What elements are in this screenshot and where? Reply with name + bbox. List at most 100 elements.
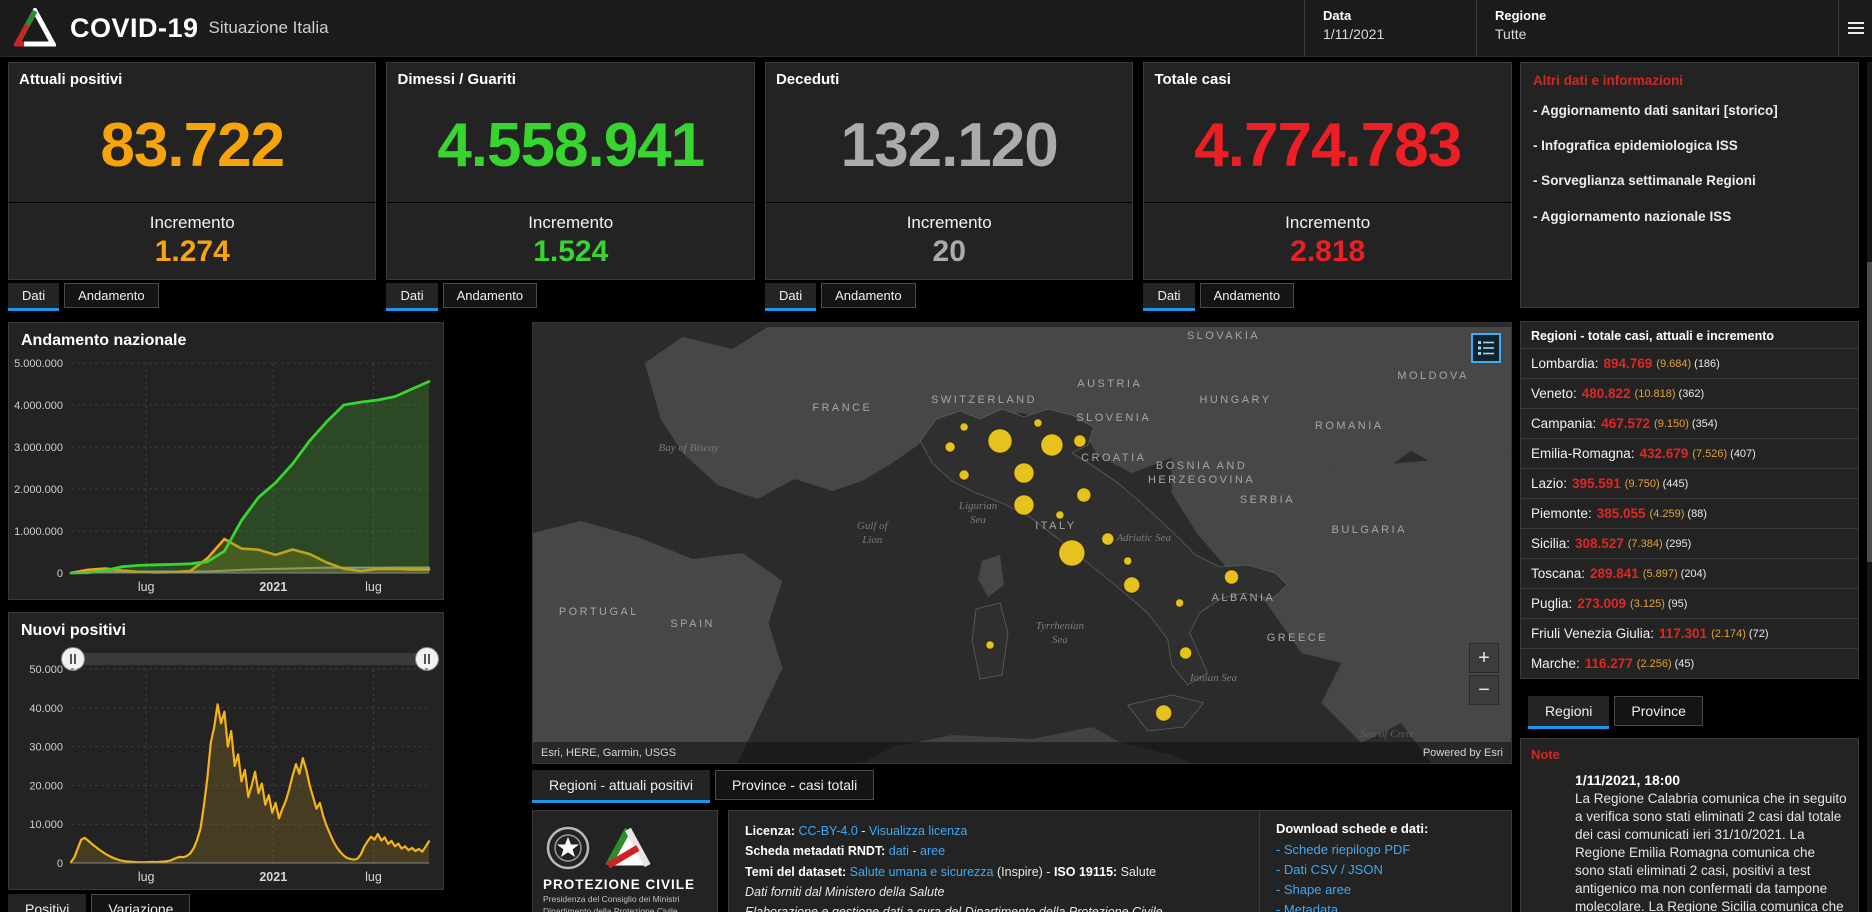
sep: -	[908, 844, 921, 859]
map-country-label: CROATIA	[1081, 452, 1146, 464]
layers-button[interactable]	[1470, 333, 1501, 363]
increment-label: Incremento	[906, 213, 992, 232]
chart-nuovi-wrap: Nuovi positivi 50.000 40.000 30.000 20.000 1…	[8, 612, 444, 912]
region-bubble[interactable]	[1224, 569, 1240, 585]
region-bubble[interactable]	[1033, 418, 1043, 428]
tab-map-province[interactable]: Province - casi totali	[714, 770, 875, 800]
info-link[interactable]: - Sorveglianza settimanale Regioni	[1533, 172, 1783, 190]
italy-emblem-icon	[546, 826, 590, 870]
region-name: Lombardia:	[1530, 356, 1599, 371]
region-bubble[interactable]	[1076, 487, 1092, 503]
increment-label: Incremento	[528, 213, 614, 232]
region-bubble[interactable]	[1055, 510, 1065, 520]
tab-regioni[interactable]: Regioni	[1527, 696, 1610, 726]
tab-andamento[interactable]: Andamento	[1199, 283, 1295, 308]
map-country-label: BOSNIA AND	[1156, 460, 1247, 472]
region-bubble[interactable]	[1013, 494, 1035, 516]
region-bubble[interactable]	[1040, 433, 1064, 457]
cc-by-link[interactable]: CC-BY-4.0	[799, 824, 858, 838]
tab-province[interactable]: Province	[1614, 696, 1703, 726]
region-bubble[interactable]	[959, 422, 969, 432]
salute-umana-link[interactable]: Salute umana e sicurezza	[850, 865, 994, 879]
region-row[interactable]: Lazio: 395.591 (9.750) (445)	[1520, 468, 1859, 498]
region-bubble[interactable]	[987, 428, 1013, 454]
visualizza-licenza-link[interactable]: Visualizza licenza	[869, 824, 967, 838]
sep: (Inspire) -	[993, 864, 1054, 879]
region-bubble[interactable]	[1123, 576, 1141, 594]
protezione-civile-card: PROTEZIONE CIVILE Presidenza del Consigl…	[532, 810, 718, 912]
app-header: COVID-19 Situazione Italia Data 1/11/202…	[0, 0, 1872, 57]
region-bubble[interactable]	[1175, 598, 1185, 608]
region-bubble[interactable]	[1073, 434, 1087, 448]
region-row[interactable]: Piemonte: 385.055 (4.259) (88)	[1520, 498, 1859, 528]
download-link[interactable]: - Shape aree	[1276, 882, 1495, 897]
region-value: Tutte	[1495, 26, 1527, 42]
region-row[interactable]: Friuli Venezia Giulia: 117.301 (2.174) (72)	[1520, 618, 1859, 648]
tab-andamento[interactable]: Andamento	[64, 283, 159, 308]
map-canvas[interactable]: FRANCE SWITZERLAND AUSTRIA SLOVAKIA HUNGARY M…	[533, 323, 1511, 763]
card-title: Dimessi / Guariti	[397, 71, 516, 88]
region-row[interactable]: Toscana: 289.841 (5.897) (204)	[1520, 558, 1859, 588]
region-row[interactable]: Veneto: 480.822 (10.818) (362)	[1520, 378, 1859, 408]
region-name: Toscana:	[1530, 566, 1585, 581]
region-bubble[interactable]	[1101, 532, 1115, 546]
region-row[interactable]: Campania: 467.572 (9.150) (354)	[1520, 408, 1859, 438]
region-row[interactable]: Marche: 116.277 (2.256) (45)	[1520, 648, 1859, 678]
map-country-label: HUNGARY	[1199, 394, 1271, 406]
region-total: 467.572	[1601, 416, 1651, 431]
region-increment: (407)	[1730, 447, 1756, 460]
scrollbar-thumb[interactable]	[1867, 262, 1872, 562]
map-zoom-in-button[interactable]: +	[1468, 643, 1499, 673]
region-increment: (295)	[1665, 537, 1692, 550]
iso-label: ISO 19115:	[1053, 864, 1118, 879]
tab-dati[interactable]: Dati	[8, 283, 60, 308]
region-row[interactable]: Puglia: 273.009 (3.125) (95)	[1520, 588, 1859, 618]
tab-dati[interactable]: Dati	[1143, 283, 1195, 308]
page-scrollbar[interactable]	[1867, 62, 1872, 912]
download-link[interactable]: - Dati CSV / JSON	[1276, 862, 1495, 877]
tab-dati[interactable]: Dati	[386, 283, 438, 308]
region-label: Regione	[1495, 8, 1547, 23]
region-bubble[interactable]	[1155, 704, 1173, 722]
info-link[interactable]: - Aggiornamento dati sanitari [storico]	[1533, 102, 1783, 120]
download-link[interactable]: - Metadata	[1276, 902, 1495, 912]
info-link[interactable]: - Aggiornamento nazionale ISS	[1533, 208, 1783, 226]
card-value: 4.774.783	[1194, 110, 1462, 180]
increment-value: 2.818	[1290, 235, 1366, 268]
region-bubble[interactable]	[1123, 556, 1133, 566]
card-value: 132.120	[840, 110, 1059, 180]
tab-dati[interactable]: Dati	[764, 283, 817, 308]
date-label: Data	[1323, 8, 1352, 23]
menu-button[interactable]	[1838, 0, 1872, 56]
tab-map-regioni[interactable]: Regioni - attuali positivi	[532, 770, 710, 800]
region-row[interactable]: Lombardia: 894.769 (9.684) (186)	[1520, 348, 1859, 378]
region-bubble[interactable]	[1058, 539, 1086, 567]
region-bubble[interactable]	[958, 469, 970, 481]
map-country-label: SWITZERLAND	[931, 394, 1037, 406]
tab-andamento[interactable]: Andamento	[442, 283, 538, 308]
region-name: Veneto:	[1530, 386, 1577, 401]
region-bubble[interactable]	[1013, 462, 1035, 484]
info-link[interactable]: - Infografica epidemiologica ISS	[1533, 137, 1783, 155]
tab-positivi[interactable]: Positivi	[8, 894, 87, 912]
map-sea-label: Sea	[970, 514, 986, 526]
region-increment: (72)	[1748, 627, 1769, 640]
dati-link[interactable]: dati	[889, 844, 909, 858]
tab-andamento[interactable]: Andamento	[821, 283, 916, 308]
aree-link[interactable]: aree	[920, 844, 945, 858]
svg-text:2.000.000: 2.000.000	[14, 484, 63, 496]
tab-variazione[interactable]: Variazione	[91, 894, 191, 912]
svg-text:1.000.000: 1.000.000	[14, 526, 63, 538]
region-total: 289.841	[1589, 566, 1639, 581]
map-sea-label: Ligurian	[958, 500, 998, 512]
metadata-row: Scheda metadati RNDT: dati - aree	[745, 841, 1243, 861]
region-row[interactable]: Sicilia: 308.527 (7.384) (295)	[1520, 528, 1859, 558]
region-bubble[interactable]	[985, 640, 995, 650]
svg-text:lug: lug	[365, 580, 382, 594]
region-row[interactable]: Emilia-Romagna: 432.679 (7.526) (407)	[1520, 438, 1859, 468]
map-country-label: BULGARIA	[1332, 524, 1407, 536]
region-bubble[interactable]	[1179, 646, 1193, 660]
map-zoom-out-button[interactable]: −	[1468, 675, 1499, 705]
download-link[interactable]: - Schede riepilogo PDF	[1276, 842, 1495, 857]
region-bubble[interactable]	[944, 441, 956, 453]
